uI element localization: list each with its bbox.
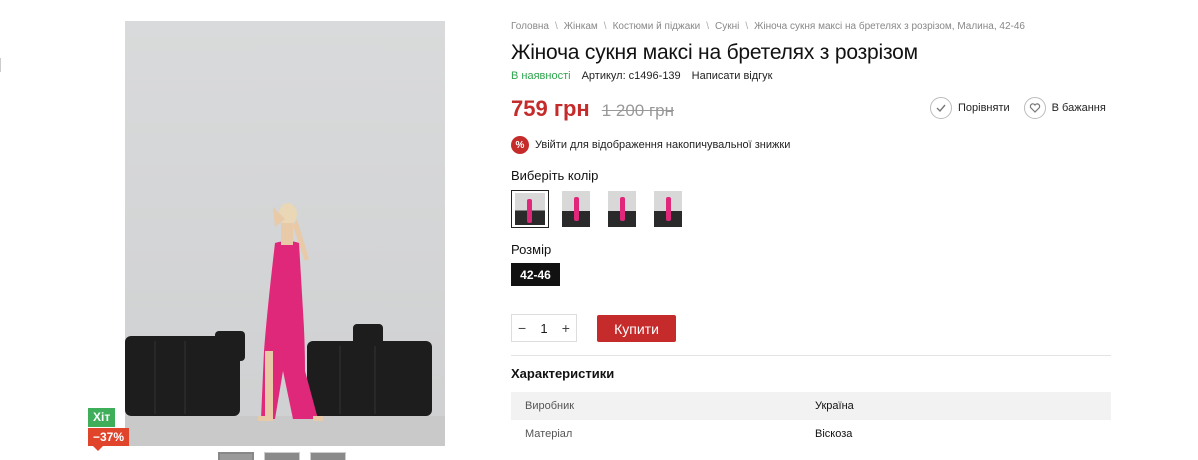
breadcrumb-women[interactable]: Жінкам: [564, 21, 598, 32]
gallery-thumbnails: [218, 452, 346, 460]
color-swatch-selected[interactable]: [511, 190, 549, 228]
product-actions: Порівняти В бажання: [930, 97, 1106, 119]
heart-icon: [1023, 97, 1046, 119]
product-photo: [125, 21, 445, 446]
product-main-image[interactable]: [125, 21, 445, 446]
wishlist-label: В бажання: [1051, 102, 1106, 114]
breadcrumb-current: Жіноча сукня максі на бретелях з розрізо…: [754, 21, 1025, 32]
breadcrumb-separator: \: [745, 21, 749, 32]
color-swatch[interactable]: [603, 190, 641, 228]
quantity-value[interactable]: 1: [540, 321, 547, 336]
compare-button[interactable]: Порівняти: [930, 97, 1010, 119]
swatch-image: [515, 193, 545, 225]
breadcrumb-dresses[interactable]: Сукні: [715, 21, 739, 32]
breadcrumb-separator: \: [555, 21, 558, 32]
gallery-thumb[interactable]: [264, 452, 300, 460]
size-option-selected[interactable]: 42-46: [511, 263, 560, 286]
check-icon: [930, 97, 952, 119]
promo-text: Увійти для відображення накопичувальної …: [535, 139, 791, 151]
swatch-image: [654, 191, 682, 227]
size-label: Розмір: [511, 242, 552, 257]
price-row: 759 грн 1 200 грн: [511, 96, 674, 122]
product-meta: В наявності Артикул: c1496-139 Написати …: [511, 70, 772, 82]
characteristics-table: Виробник Україна Матеріал Віскоза: [511, 392, 1111, 448]
divider: [511, 355, 1111, 356]
compare-label: Порівняти: [958, 102, 1010, 114]
quantity-increase-button[interactable]: +: [562, 320, 570, 336]
login-discount-promo[interactable]: % Увійти для відображення накопичувально…: [511, 136, 790, 154]
characteristic-value: Україна: [815, 400, 854, 412]
characteristics-title: Характеристики: [511, 366, 615, 381]
buy-button[interactable]: Купити: [597, 315, 676, 342]
color-swatch[interactable]: [649, 190, 687, 228]
table-row: Матеріал Віскоза: [511, 420, 1111, 448]
color-swatches: [511, 190, 687, 228]
characteristic-key: Матеріал: [525, 428, 573, 440]
gallery-thumb[interactable]: [218, 452, 254, 460]
product-title: Жіноча сукня максі на бретелях з розрізо…: [511, 41, 918, 64]
sale-badge: −37%: [88, 428, 130, 451]
old-price: 1 200 грн: [601, 101, 675, 120]
characteristic-value: Віскоза: [815, 428, 853, 440]
quantity-decrease-button[interactable]: −: [518, 320, 526, 336]
breadcrumb-home[interactable]: Головна: [511, 21, 549, 32]
breadcrumb-separator: \: [603, 21, 607, 32]
color-swatch[interactable]: [557, 190, 595, 228]
write-review-link[interactable]: Написати відгук: [692, 70, 773, 82]
swatch-image: [562, 191, 590, 227]
characteristic-key: Виробник: [525, 400, 575, 412]
product-sku: Артикул: c1496-139: [581, 70, 681, 82]
hit-badge: Хіт: [88, 408, 115, 427]
percent-icon: %: [511, 136, 529, 154]
gallery-thumb[interactable]: [310, 452, 346, 460]
breadcrumb-suits[interactable]: Костюми й піджаки: [613, 21, 701, 32]
stock-status: В наявності: [511, 70, 571, 82]
current-price: 759 грн: [511, 96, 590, 121]
page-edge-mark: [0, 58, 3, 72]
wishlist-button[interactable]: В бажання: [1023, 97, 1106, 119]
table-row: Виробник Україна: [511, 392, 1111, 420]
quantity-stepper: − 1 +: [511, 314, 577, 342]
breadcrumb-separator: \: [706, 21, 710, 32]
color-label: Виберіть колір: [511, 168, 599, 183]
breadcrumb: Головна \ Жінкам \ Костюми й піджаки \ С…: [511, 21, 1025, 32]
swatch-image: [608, 191, 636, 227]
